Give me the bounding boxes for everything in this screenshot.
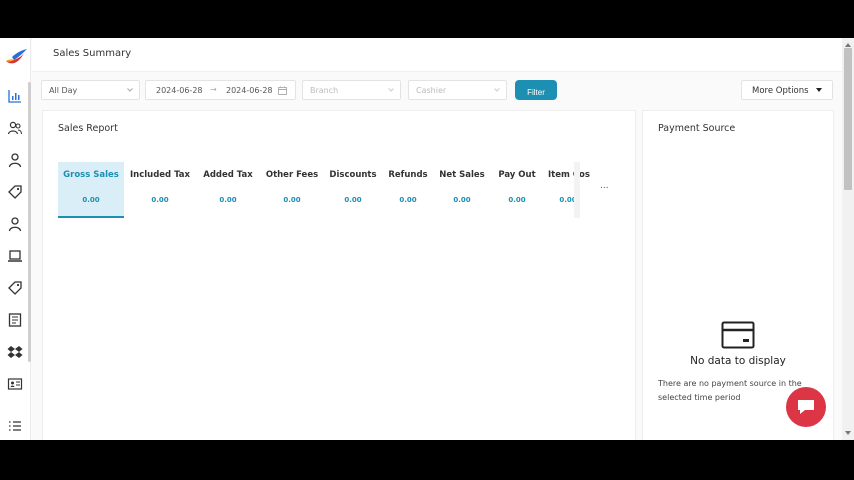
id-card-icon[interactable] [7,376,23,392]
calendar-icon [278,86,287,95]
filter-button[interactable]: Filter [515,80,557,100]
metric-added-tax[interactable]: Added Tax 0.00 [198,162,258,218]
branch-select[interactable]: Branch [302,80,401,100]
more-metrics-button[interactable]: ... [600,181,609,191]
date-start[interactable]: 2024-06-28 [156,86,203,95]
brand-logo-icon[interactable] [4,47,28,67]
metric-included-tax[interactable]: Included Tax 0.00 [128,162,192,218]
laptop-icon[interactable] [7,248,23,264]
scroll-down-arrow-icon[interactable] [845,431,851,435]
metric-discounts[interactable]: Discounts 0.00 [326,162,380,218]
filter-bar: All Day 2024-06-28 → 2024-06-28 Branch C… [32,72,842,110]
tag-icon[interactable] [7,184,23,200]
metric-value: 0.00 [508,196,526,204]
app-frame: Sales Summary All Day 2024-06-28 → 2024-… [0,38,854,440]
chevron-down-icon [127,88,133,92]
chevron-down-icon [388,88,394,92]
empty-state-title: No data to display [690,355,786,367]
person-icon[interactable] [7,216,23,232]
sales-report-title: Sales Report [58,123,118,134]
metric-label: Net Sales [439,170,485,180]
metric-value: 0.00 [82,196,100,204]
metric-label: Discounts [329,170,377,180]
document-icon[interactable] [7,312,23,328]
metrics-overflow-edge [574,162,580,218]
list-icon[interactable] [7,418,23,434]
more-options-label: More Options [752,86,809,96]
page-scrollbar[interactable] [842,38,854,440]
metric-label: Item Cost [548,170,590,180]
metric-other-fees[interactable]: Other Fees 0.00 [262,162,322,218]
metric-pay-out[interactable]: Pay Out 0.00 [492,162,542,218]
sidebar [0,38,31,440]
metric-value: 0.00 [453,196,471,204]
date-end[interactable]: 2024-06-28 [226,86,273,95]
metric-label: Pay Out [498,170,536,180]
metric-item-cost[interactable]: Item Cost 0.00 [546,162,590,218]
more-options-dropdown[interactable]: More Options [741,80,833,100]
metric-label: Added Tax [203,170,253,180]
page-title: Sales Summary [53,48,132,59]
metric-value: 0.00 [344,196,362,204]
metrics-row: Gross Sales 0.00 Included Tax 0.00 Added… [58,162,590,218]
chat-button[interactable] [786,387,826,427]
chat-bubble-icon [798,400,814,414]
metric-value: 0.00 [151,196,169,204]
period-select-value: All Day [49,86,78,95]
metric-refunds[interactable]: Refunds 0.00 [384,162,432,218]
cashier-select[interactable]: Cashier [408,80,507,100]
bar-chart-icon[interactable] [7,88,23,104]
scroll-thumb[interactable] [844,48,852,190]
sales-report-card: Sales Report Gross Sales 0.00 Included T… [42,110,636,440]
sidebar-scrollbar[interactable] [28,82,31,362]
metric-net-sales[interactable]: Net Sales 0.00 [436,162,488,218]
caret-down-icon [816,88,822,92]
chevron-down-icon [494,88,500,92]
tag-outline-icon[interactable] [7,280,23,296]
credit-card-icon [721,321,755,349]
metric-gross-sales[interactable]: Gross Sales 0.00 [58,162,124,218]
branch-select-placeholder: Branch [310,86,339,95]
metric-label: Gross Sales [63,170,119,180]
metric-value: 0.00 [559,196,577,204]
metric-label: Other Fees [265,170,319,180]
scroll-up-arrow-icon[interactable] [845,43,851,47]
dropbox-icon[interactable] [7,344,23,360]
date-range-picker[interactable]: 2024-06-28 → 2024-06-28 [145,80,296,100]
date-arrow: → [210,85,217,94]
metric-value: 0.00 [399,196,417,204]
users-icon[interactable] [7,120,23,136]
period-select[interactable]: All Day [41,80,140,100]
cashier-select-placeholder: Cashier [416,86,447,95]
user-icon[interactable] [7,152,23,168]
metric-label: Refunds [388,170,428,180]
page-header: Sales Summary [32,38,842,72]
payment-source-title: Payment Source [658,123,736,134]
metric-label: Included Tax [129,170,191,180]
metric-value: 0.00 [219,196,237,204]
metric-value: 0.00 [283,196,301,204]
